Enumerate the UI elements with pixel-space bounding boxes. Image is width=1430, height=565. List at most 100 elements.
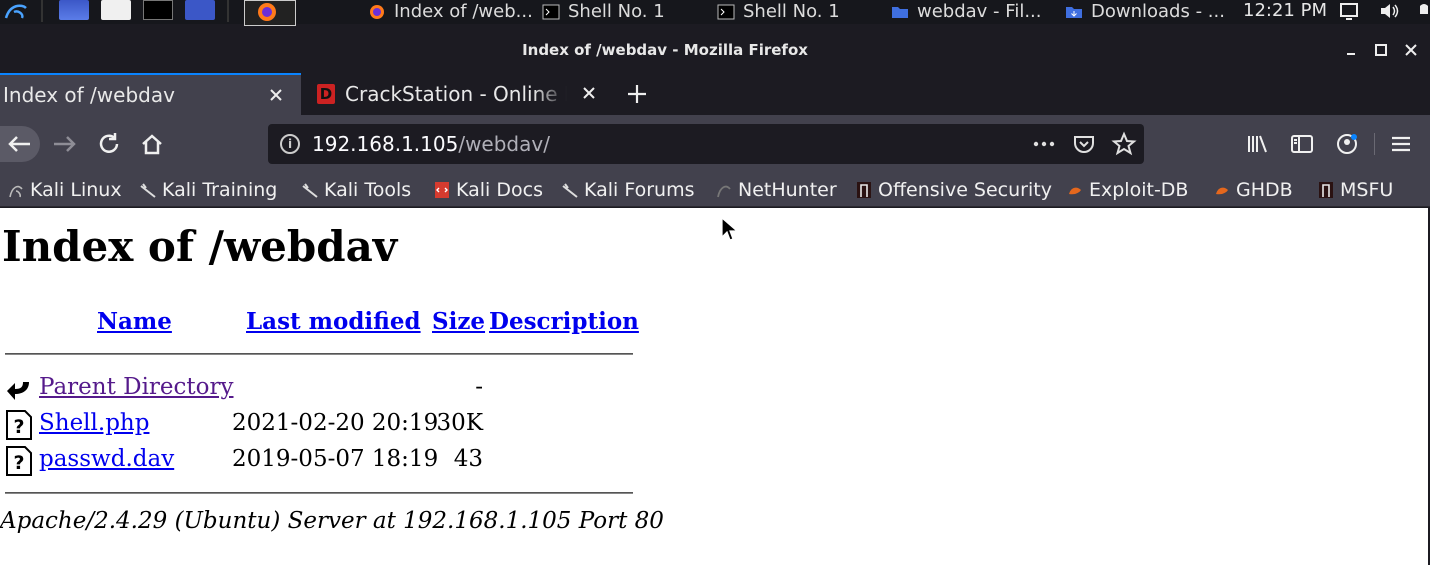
maximize-button[interactable]	[1370, 39, 1392, 61]
library-button[interactable]	[1240, 126, 1276, 162]
exploitdb-icon	[1069, 187, 1081, 195]
url-path: /webdav/	[458, 132, 550, 156]
bookmark-label: Kali Forums	[584, 179, 695, 201]
volume-icon[interactable]	[1378, 0, 1402, 22]
bookmarks-toolbar: Kali Linux Kali Training Kali Tools Kali…	[0, 173, 1430, 207]
mouse-cursor-icon	[721, 217, 739, 241]
forward-button[interactable]	[46, 126, 82, 162]
url-text[interactable]: 192.168.1.105/webdav/	[312, 132, 550, 156]
bookmark-label: Offensive Security	[878, 179, 1052, 201]
maximize-icon	[1375, 44, 1387, 56]
server-signature: Apache/2.4.29 (Ubuntu) Server at 192.168…	[0, 508, 664, 534]
screenshot-icon[interactable]	[185, 0, 215, 20]
terminal-icon[interactable]	[143, 0, 173, 20]
divider	[5, 492, 633, 494]
bookmark-exploit-db[interactable]: Exploit-DB	[1067, 176, 1188, 204]
kali-dragon-icon	[562, 183, 578, 198]
close-icon	[1405, 44, 1417, 56]
display-icon[interactable]	[1338, 0, 1360, 22]
firefox-launcher-icon[interactable]	[244, 0, 296, 26]
more-dots-icon	[1033, 141, 1055, 147]
window-titlebar[interactable]: Index of /webdav - Mozilla Firefox	[0, 33, 1430, 69]
firefox-icon	[370, 5, 384, 19]
menu-button[interactable]	[1383, 126, 1419, 162]
bookmark-kali-training[interactable]: Kali Training	[140, 176, 277, 204]
bookmark-nethunter[interactable]: NetHunter	[716, 176, 837, 204]
file-link-shell-php[interactable]: Shell.php	[39, 410, 149, 436]
taskbar-task-label: Shell No. 1	[743, 1, 840, 22]
bookmark-msfu[interactable]: MSFU	[1318, 176, 1393, 204]
new-tab-button[interactable]	[620, 73, 654, 115]
parent-directory-link[interactable]: Parent Directory	[39, 374, 234, 400]
taskbar-task-label: Downloads - ...	[1091, 1, 1225, 22]
plus-icon	[628, 85, 646, 103]
taskbar-task-firefox[interactable]: Index of /web...	[368, 0, 538, 24]
svg-text:?: ?	[13, 416, 24, 438]
tab-crackstation[interactable]: D CrackStation - Online Pa	[305, 73, 610, 115]
close-window-button[interactable]	[1400, 39, 1422, 61]
tab-label: CrackStation - Online Pa	[345, 82, 567, 106]
file-link-passwd-dav[interactable]: passwd.dav	[39, 446, 174, 472]
account-button[interactable]	[1329, 126, 1365, 162]
pocket-button[interactable]	[1071, 131, 1097, 157]
taskbar-task-label: webdav - Fil...	[917, 1, 1042, 22]
bookmark-label: Kali Training	[162, 179, 278, 201]
unknown-file-icon: ?	[6, 410, 32, 440]
divider	[5, 353, 633, 355]
reload-button[interactable]	[91, 126, 127, 162]
tab-index-of-webdav[interactable]: Index of /webdav	[0, 73, 301, 115]
bookmark-star-button[interactable]	[1111, 131, 1137, 157]
file-manager-icon[interactable]	[101, 0, 131, 20]
page-actions-button[interactable]	[1031, 131, 1057, 157]
notification-icon[interactable]	[1418, 0, 1430, 22]
bookmark-offensive-security[interactable]: Offensive Security	[856, 176, 1052, 204]
bookmark-label: Kali Linux	[30, 179, 122, 201]
site-info-icon[interactable]: i	[280, 134, 300, 154]
clock[interactable]: 12:21 PM	[1243, 0, 1327, 22]
row-date: 2021-02-20 20:19	[232, 410, 439, 436]
separator	[227, 0, 229, 22]
home-button[interactable]	[134, 126, 170, 162]
separator	[41, 0, 43, 22]
bookmark-kali-linux[interactable]: Kali Linux	[8, 176, 122, 204]
taskbar-task-shell-2[interactable]: Shell No. 1	[717, 0, 887, 24]
sort-by-last-modified-link[interactable]: Last modified	[246, 308, 421, 335]
exploitdb-icon	[1216, 187, 1228, 195]
url-host: 192.168.1.105	[312, 132, 459, 156]
terminal-icon	[717, 4, 735, 20]
back-button[interactable]	[0, 126, 40, 162]
account-icon	[1337, 134, 1357, 154]
kali-dragon-icon	[9, 185, 23, 198]
sort-by-description-link[interactable]: Description	[489, 308, 639, 335]
svg-text:?: ?	[13, 452, 24, 474]
star-icon	[1111, 131, 1137, 156]
library-icon	[1248, 135, 1267, 153]
url-bar[interactable]: i 192.168.1.105/webdav/	[268, 124, 1144, 164]
sort-by-name-link[interactable]: Name	[97, 308, 172, 335]
bookmark-kali-tools[interactable]: Kali Tools	[302, 176, 411, 204]
desktop-switcher-icon[interactable]	[59, 0, 89, 20]
bookmark-label: Kali Tools	[324, 179, 412, 201]
taskbar-task-file-manager[interactable]: webdav - Fil...	[891, 0, 1061, 24]
sort-by-size-link[interactable]: Size	[432, 308, 485, 335]
tab-close-button[interactable]	[579, 83, 599, 103]
bookmark-ghdb[interactable]: GHDB	[1214, 176, 1293, 204]
bookmark-kali-docs[interactable]: Kali Docs	[434, 176, 543, 204]
offsec-icon	[857, 182, 871, 198]
folder-icon	[892, 7, 908, 18]
tab-close-button[interactable]	[266, 85, 286, 105]
taskbar-task-label: Shell No. 1	[568, 1, 665, 22]
sidebar-button[interactable]	[1284, 126, 1320, 162]
taskbar-task-shell-1[interactable]: Shell No. 1	[542, 0, 712, 24]
close-icon	[583, 87, 595, 99]
taskbar-task-downloads[interactable]: Downloads - ...	[1065, 0, 1235, 24]
bookmark-kali-forums[interactable]: Kali Forums	[562, 176, 695, 204]
back-arrow-icon	[7, 382, 29, 400]
kali-dragon-icon	[302, 183, 318, 198]
bookmark-label: Exploit-DB	[1089, 179, 1189, 201]
tab-label: Index of /webdav	[3, 83, 175, 107]
minimize-button[interactable]	[1340, 39, 1362, 61]
kali-menu-icon[interactable]	[2, 0, 30, 22]
minimize-icon	[1347, 53, 1355, 55]
table-row: Parent Directory -	[0, 374, 640, 406]
